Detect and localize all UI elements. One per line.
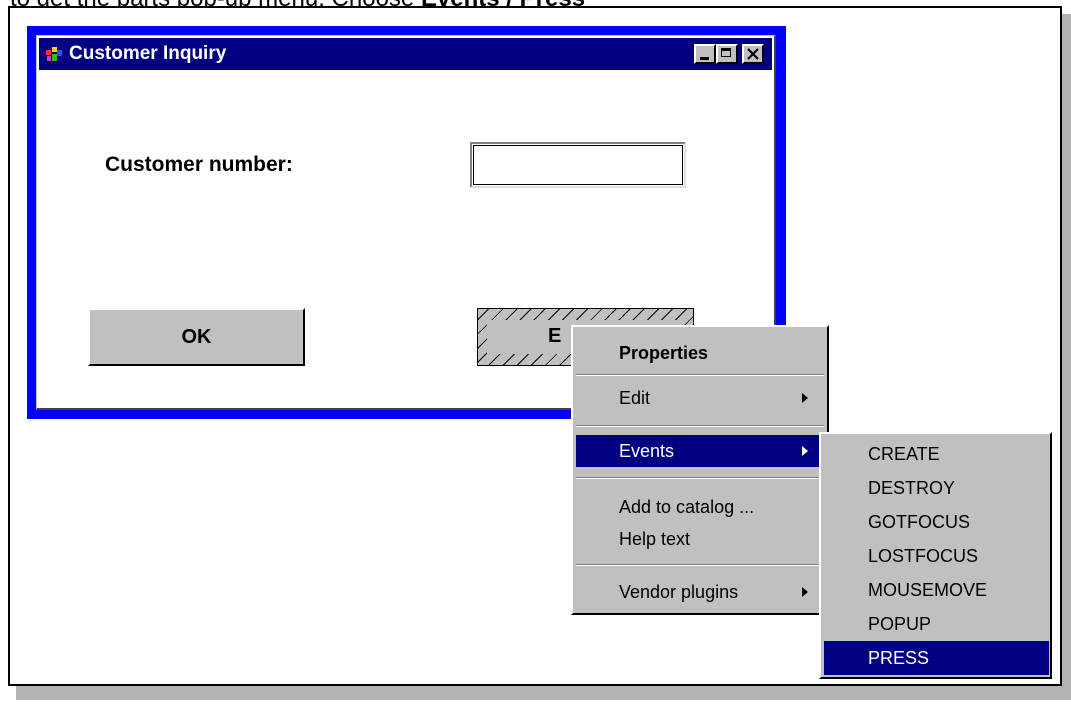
menu-separator [576,425,824,427]
menu-separator [576,374,824,376]
submenu-item-destroy[interactable]: DESTROY [824,471,1049,505]
parts-popup-menu: Properties Edit Events Add to catalog ..… [571,325,829,615]
events-submenu: CREATE DESTROY GOTFOCUS LOSTFOCUS MOUSEM… [819,432,1052,679]
exit-button-label: E [548,325,562,347]
submenu-item-gotfocus[interactable]: GOTFOCUS [824,505,1049,539]
menu-item-label: Properties [619,343,709,363]
menu-separator [576,477,824,479]
menu-item-label: Events [619,441,675,461]
menu-item-vendor-plugins[interactable]: Vendor plugins [576,576,824,608]
menu-item-add-to-catalog[interactable]: Add to catalog ... [576,491,824,523]
submenu-arrow-icon [802,446,808,456]
menu-item-events[interactable]: Events [576,435,824,467]
frame-shadow-bottom [16,686,1071,700]
menu-item-properties[interactable]: Properties [576,337,824,369]
customer-number-label: Customer number: [105,153,293,176]
window-title: Customer Inquiry [69,43,227,64]
ok-button[interactable]: OK [88,308,305,366]
submenu-item-lostfocus[interactable]: LOSTFOCUS [824,539,1049,573]
menu-item-label: Edit [619,388,651,408]
frame-shadow-right [1062,14,1071,700]
submenu-arrow-icon [802,393,808,403]
submenu-item-press[interactable]: PRESS [824,641,1049,675]
window-titlebar[interactable]: Customer Inquiry [39,38,772,70]
menu-item-edit[interactable]: Edit [576,382,824,414]
menu-item-label: Help text [619,529,691,549]
maximize-icon[interactable] [716,44,738,64]
menu-item-label: Add to catalog ... [619,497,755,517]
submenu-item-popup[interactable]: POPUP [824,607,1049,641]
close-icon[interactable] [742,44,764,64]
submenu-arrow-icon [802,587,808,597]
submenu-item-create[interactable]: CREATE [824,437,1049,471]
minimize-icon[interactable] [694,44,716,64]
menu-separator [576,564,824,566]
customer-number-input[interactable] [470,142,686,188]
menu-item-help-text[interactable]: Help text [576,523,824,555]
app-icon[interactable] [45,45,63,63]
submenu-item-mousemove[interactable]: MOUSEMOVE [824,573,1049,607]
menu-item-label: Vendor plugins [619,582,739,602]
